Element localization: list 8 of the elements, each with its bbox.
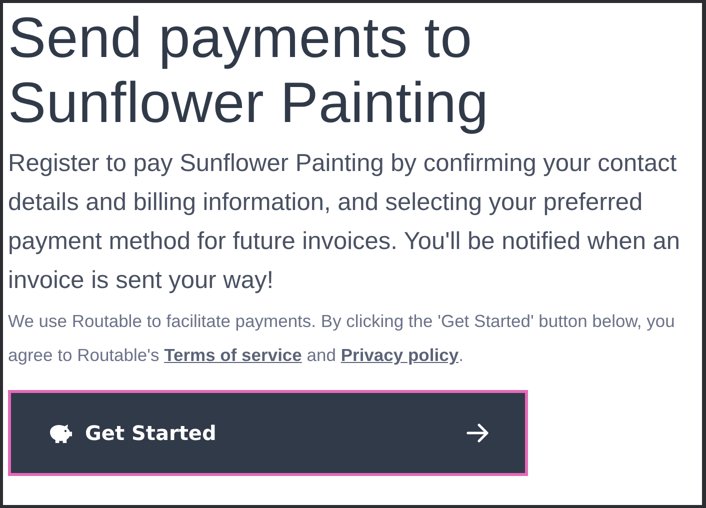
privacy-link[interactable]: Privacy policy xyxy=(340,345,459,365)
terms-notice: We use Routable to facilitate payments. By clicking the 'Get Started' button below, you agree to Routable's Terms of service and Privacy policy. xyxy=(8,310,676,367)
terms-link[interactable]: Terms of service xyxy=(164,345,302,365)
intro-paragraph: Register to pay Sunflower Painting by confirming your contact details and billing information, and selecting your preferred payment method for future invoices. You'll be notified when an invoice is sent your way! xyxy=(8,149,682,296)
piggy-bank-icon xyxy=(47,422,73,444)
get-started-button[interactable]: Get Started xyxy=(8,390,528,476)
arrow-right-icon xyxy=(466,423,490,443)
page-heading: Send payments to Sunflower Painting xyxy=(8,5,490,136)
